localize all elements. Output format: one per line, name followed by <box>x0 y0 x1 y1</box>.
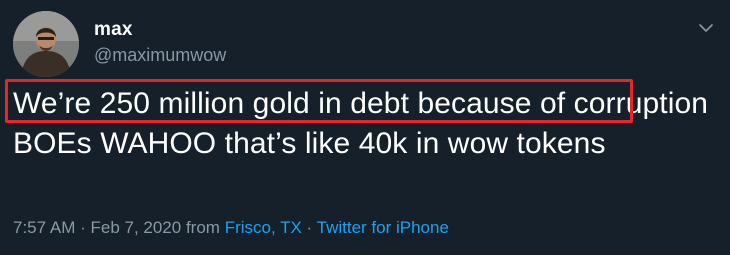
tweet-menu-button[interactable] <box>696 18 716 38</box>
location-link[interactable]: Frisco, TX <box>225 218 302 237</box>
tweet-text: We’re 250 million gold in debt because o… <box>13 87 709 160</box>
source-link[interactable]: Twitter for iPhone <box>317 218 449 237</box>
tweet-time[interactable]: 7:57 AM <box>13 218 75 237</box>
profile-photo-icon <box>13 11 79 77</box>
avatar[interactable] <box>13 11 79 77</box>
meta-separator: · <box>75 218 91 237</box>
tweet-metadata: 7:57 AM · Feb 7, 2020 from Frisco, TX · … <box>13 218 449 238</box>
user-handle[interactable]: @maximumwow <box>94 45 226 66</box>
meta-separator: · <box>301 218 317 237</box>
chevron-down-icon <box>699 23 713 32</box>
tweet-card: max @maximumwow We’re 250 million gold i… <box>0 0 730 255</box>
from-label: from <box>181 218 225 237</box>
tweet-date[interactable]: Feb 7, 2020 <box>90 218 181 237</box>
display-name[interactable]: max <box>94 19 133 41</box>
